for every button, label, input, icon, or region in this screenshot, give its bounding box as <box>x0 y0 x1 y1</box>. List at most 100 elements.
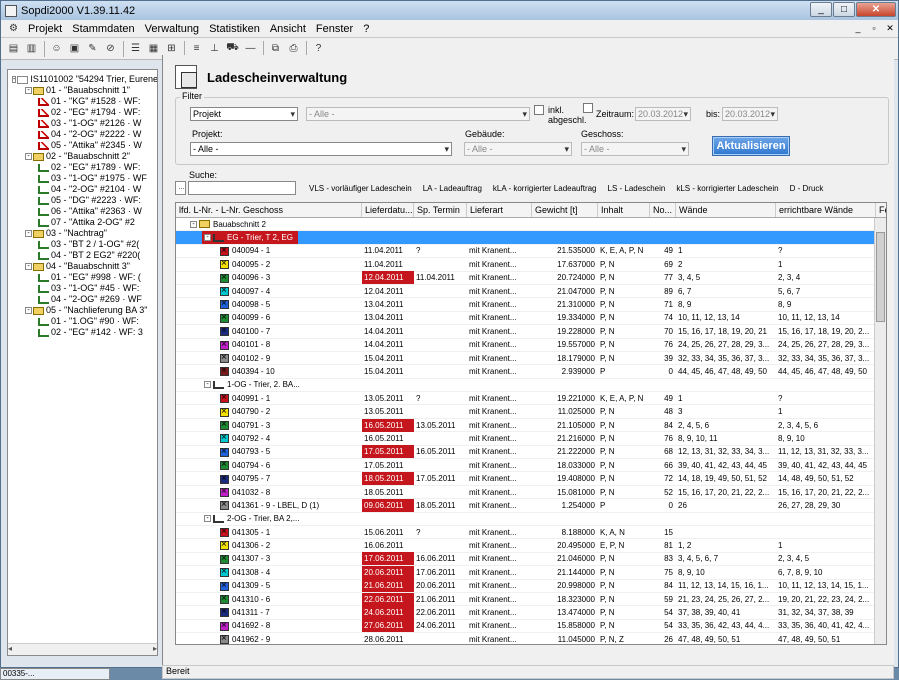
column-header[interactable]: Wände <box>676 203 776 217</box>
table-row[interactable]: 040098 - 5 13.04.2011 mit Kranent... 21.310… <box>176 298 886 312</box>
group-expand-icon[interactable]: - <box>204 234 211 242</box>
column-header[interactable]: Lieferdatu... <box>362 203 414 217</box>
scroll-thumb[interactable] <box>876 232 885 322</box>
group-expand-icon[interactable]: - <box>204 381 211 389</box>
table-row[interactable]: 041309 - 5 21.06.201120.06.2011 mit Kranen… <box>176 579 886 593</box>
tree-node[interactable]: 03 - "BT 2 / 1-OG" #2( <box>8 239 157 250</box>
menu-projekt[interactable]: Projekt <box>23 23 67 35</box>
expand-toggle-icon[interactable]: - <box>25 307 32 314</box>
ladeschein-grid[interactable]: lfd. L-Nr. - L-Nr. Geschoss Lieferdatu...… <box>175 202 887 645</box>
tree-horizontal-scrollbar[interactable]: ◂ ▸ <box>8 643 157 655</box>
mdi-restore-button[interactable]: ▫ <box>866 22 882 36</box>
table-row[interactable]: 041308 - 4 20.06.201117.06.2011 mit Kranen… <box>176 565 886 580</box>
menu-fenster[interactable]: Fenster <box>311 23 358 35</box>
menu-help[interactable]: ? <box>358 23 374 35</box>
tree-node[interactable]: 01 - "EG" #998 · WF: ( <box>8 272 157 283</box>
table-row[interactable]: 041305 - 1 15.06.2011? mit Kranent... 8.188… <box>176 526 886 540</box>
copy-icon[interactable]: ▣ <box>66 40 83 57</box>
edit-icon[interactable]: ✎ <box>84 40 101 57</box>
tree-node[interactable]: 07 - "Attika 2-OG" #2 <box>8 217 157 228</box>
expand-toggle-icon[interactable]: - <box>25 153 32 160</box>
list-icon[interactable]: ☰ <box>127 40 144 57</box>
folder-icon[interactable]: ▥ <box>23 40 40 57</box>
project-tree[interactable]: - IS1101002 "54294 Trier, Eurene - 01 - "Ba… <box>7 69 158 656</box>
table-row[interactable]: 040791 - 3 16.05.201113.05.2011 mit Kranen… <box>176 418 886 433</box>
tree-node[interactable]: 05 - "Attika" #2345 · W <box>8 140 157 151</box>
table-row[interactable]: 041032 - 8 18.05.2011 mit Kranent... 15.081… <box>176 486 886 500</box>
zeitraum-checkbox[interactable] <box>583 103 593 113</box>
stop-icon[interactable]: ⊘ <box>102 40 119 57</box>
table-row[interactable]: 041692 - 8 27.06.201124.06.2011 mit Kranen… <box>176 619 886 634</box>
table-row[interactable]: 040097 - 4 12.04.2011 mit Kranent... 21.047… <box>176 285 886 299</box>
date-from-field[interactable]: 20.03.2012 <box>635 107 691 121</box>
group-row[interactable]: - 2-OG - Trier, BA 2,... <box>176 513 886 526</box>
table-row[interactable]: 040101 - 8 14.04.2011 mit Kranent... 19.557… <box>176 338 886 352</box>
open-icon[interactable]: ▤ <box>5 40 22 57</box>
tree-node[interactable]: - 05 - "Nachlieferung BA 3" <box>8 305 157 316</box>
grid-icon[interactable]: ▦ <box>145 40 162 57</box>
mdi-minimize-button[interactable]: _ <box>850 22 866 36</box>
users-icon[interactable]: ☺ <box>48 40 65 57</box>
table-row[interactable]: 041310 - 6 22.06.201121.06.2011 mit Kranen… <box>176 592 886 607</box>
taskbar-item[interactable]: 00335-... <box>0 668 110 680</box>
tree-node[interactable]: 06 - "Attika" #2363 · W <box>8 206 157 217</box>
table-row[interactable]: 040099 - 6 13.04.2011 mit Kranent... 19.334… <box>176 311 886 326</box>
tree-node[interactable]: 01 - "1.OG" #90 · WF: <box>8 316 157 327</box>
menu-verwaltung[interactable]: Verwaltung <box>140 23 204 35</box>
tree-node[interactable]: 02 - "EG" #1794 · WF: <box>8 107 157 118</box>
column-header[interactable]: Inhalt <box>598 203 650 217</box>
menu-statistiken[interactable]: Statistiken <box>204 23 265 35</box>
group-expand-icon[interactable]: - <box>204 515 211 523</box>
expand-toggle-icon[interactable]: - <box>25 230 32 237</box>
search-options-button[interactable]: ... <box>175 181 186 195</box>
tree-node[interactable]: - 01 - "Bauabschnitt 1" <box>8 85 157 96</box>
tree-node[interactable]: 03 - "1-OG" #45 · WF: <box>8 283 157 294</box>
table-row[interactable]: 040096 - 3 12.04.201111.04.2011 mit Kranen… <box>176 271 886 285</box>
gebaeude-select[interactable]: - Alle - <box>464 142 572 156</box>
table-row[interactable]: 041962 - 9 28.06.2011 mit Kranent... 11.045… <box>176 633 886 644</box>
tree-node[interactable]: 01 - "KG" #1528 · WF: <box>8 96 157 107</box>
tree-node[interactable]: - 04 - "Bauabschnitt 3" <box>8 261 157 272</box>
grid-vertical-scrollbar[interactable] <box>874 218 886 644</box>
group-row[interactable]: - 1-OG - Trier, 2. BA... <box>176 379 886 393</box>
group-expand-icon[interactable]: - <box>190 220 197 228</box>
group-row[interactable]: - Bauabschnitt 2 <box>176 218 886 232</box>
close-button[interactable]: ✕ <box>856 2 896 17</box>
table-row[interactable]: 041361 - 9 - LBEL, D (1) 09.06.201118.05.… <box>176 498 886 513</box>
tree-node[interactable]: 04 - "2-OG" #2104 · W <box>8 184 157 195</box>
tree-node[interactable]: 04 - "BT 2 EG2" #220( <box>8 250 157 261</box>
menu-stammdaten[interactable]: Stammdaten <box>67 23 139 35</box>
column-header[interactable]: No... <box>650 203 676 217</box>
tree-node[interactable]: 05 - "DG" #2223 · WF: <box>8 195 157 206</box>
column-header[interactable]: lfd. L-Nr. - L-Nr. Geschoss <box>176 203 362 217</box>
tree-node[interactable]: 04 - "2-OG" #2222 · W <box>8 129 157 140</box>
tree-node[interactable]: - 02 - "Bauabschnitt 2" <box>8 151 157 162</box>
filter-type-other-select[interactable]: - Alle - <box>306 107 530 121</box>
table-row[interactable]: 040792 - 4 16.05.2011 mit Kranent... 21.216… <box>176 432 886 446</box>
mdi-icon[interactable]: ⚙ <box>5 20 22 37</box>
tree-node[interactable]: - IS1101002 "54294 Trier, Eurene <box>8 74 157 85</box>
minimize-button[interactable]: _ <box>810 2 832 17</box>
inkl-abgeschl-checkbox[interactable] <box>534 105 544 115</box>
tree-node[interactable]: 02 - "EG" #142 · WF: 3 <box>8 327 157 338</box>
table-row[interactable]: 040102 - 9 15.04.2011 mit Kranent... 18.179… <box>176 352 886 366</box>
mdi-close-button[interactable]: ✕ <box>882 22 898 36</box>
table-row[interactable]: 040793 - 5 17.05.201116.05.2011 mit Kranen… <box>176 445 886 460</box>
table-row[interactable]: 041311 - 7 24.06.201122.06.2011 mit Kranen… <box>176 606 886 620</box>
table-row[interactable]: 040394 - 10 15.04.2011 mit Kranent... 2.939… <box>176 365 886 379</box>
table-row[interactable]: 040095 - 2 11.04.2011 mit Kranent... 17.637… <box>176 258 886 272</box>
tree-node[interactable]: 02 - "EG" #1789 · WF: <box>8 162 157 173</box>
menu-ansicht[interactable]: Ansicht <box>265 23 311 35</box>
maximize-button[interactable]: □ <box>833 2 855 17</box>
tree-node[interactable]: 03 - "1-OG" #2126 · W <box>8 118 157 129</box>
expand-toggle-icon[interactable]: - <box>25 263 32 270</box>
expand-toggle-icon[interactable]: - <box>25 87 32 94</box>
table-row[interactable]: 040991 - 1 13.05.2011? mit Kranent... 19.22… <box>176 392 886 406</box>
table-row[interactable]: 040100 - 7 14.04.2011 mit Kranent... 19.228… <box>176 325 886 339</box>
projekt-select[interactable]: - Alle - <box>190 142 452 156</box>
table-row[interactable]: 040790 - 2 13.05.2011 mit Kranent... 11.025… <box>176 405 886 419</box>
column-header[interactable]: Lieferart <box>467 203 532 217</box>
column-header[interactable]: Fehl <box>876 203 886 217</box>
geschoss-select[interactable]: - Alle - <box>581 142 689 156</box>
tree-node[interactable]: 04 - "2-OG" #269 · WF <box>8 294 157 305</box>
